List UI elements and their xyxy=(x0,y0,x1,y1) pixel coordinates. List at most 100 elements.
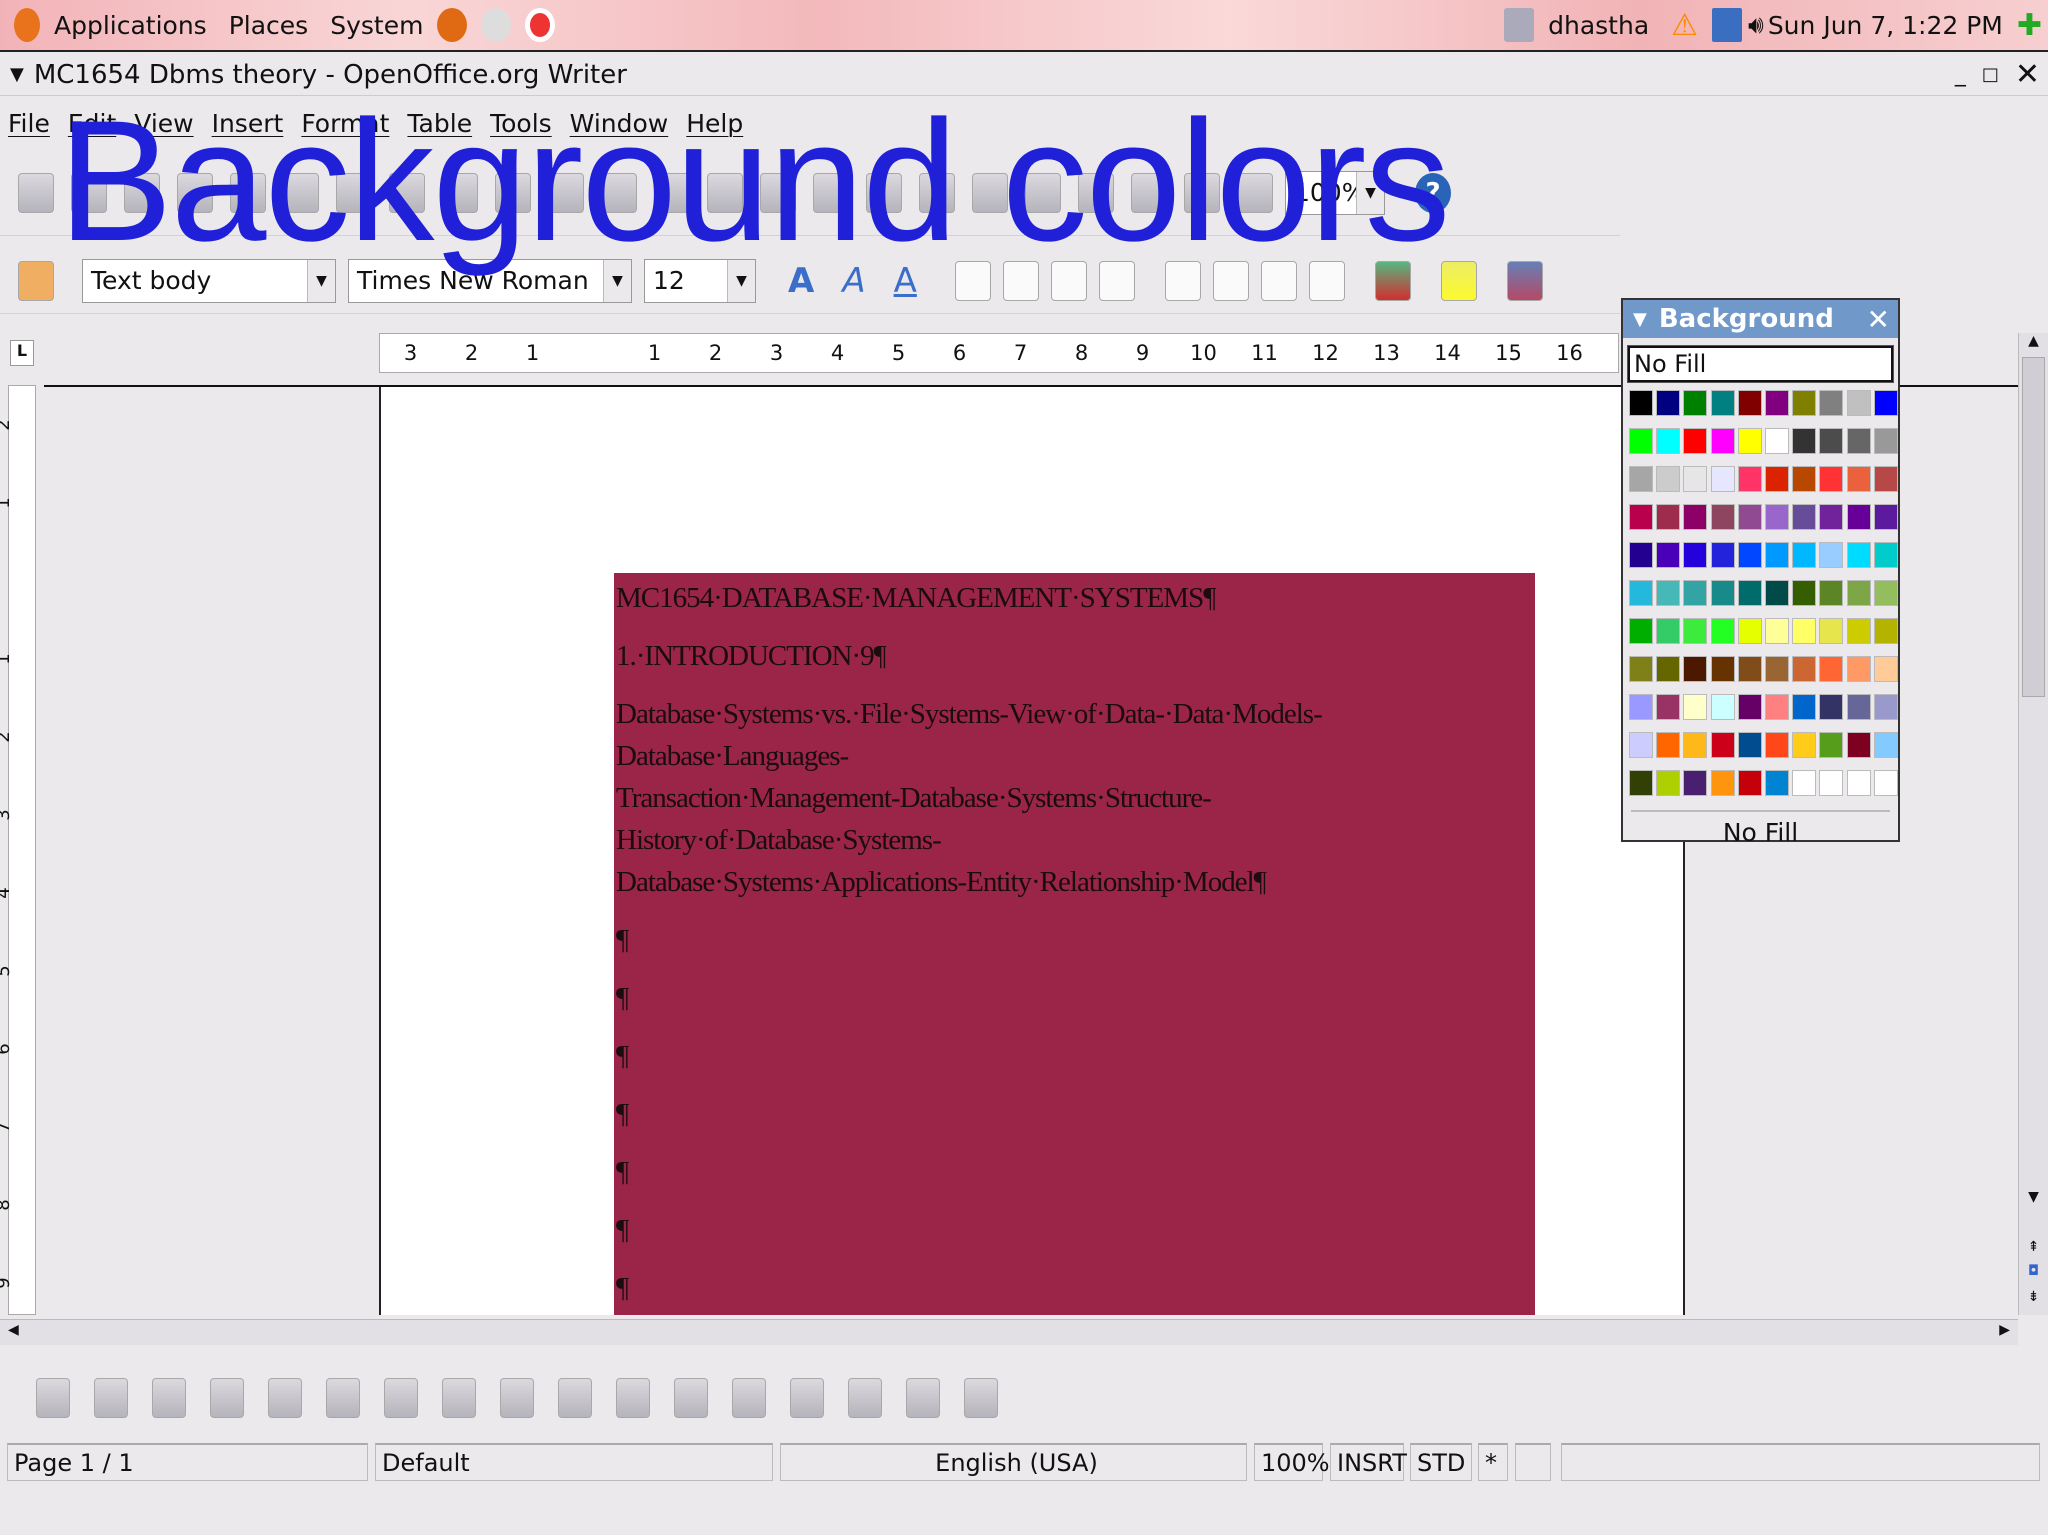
line-icon[interactable] xyxy=(94,1378,128,1418)
color-swatch[interactable] xyxy=(1683,390,1708,416)
scroll-left-icon[interactable]: ◀ xyxy=(8,1322,19,1338)
status-insert-mode[interactable]: INSRT xyxy=(1330,1443,1407,1481)
color-swatch[interactable] xyxy=(1710,580,1735,606)
empty-paragraph-mark[interactable]: ¶ xyxy=(616,969,1535,1027)
color-swatch[interactable] xyxy=(1846,466,1871,492)
color-swatch[interactable] xyxy=(1846,656,1871,682)
horizontal-ruler[interactable]: 3211234567891011121314151617 xyxy=(379,333,1619,373)
color-swatch[interactable] xyxy=(1683,694,1708,720)
empty-paragraph-mark[interactable]: ¶ xyxy=(616,1143,1535,1201)
callout-icon[interactable] xyxy=(384,1378,418,1418)
color-swatch[interactable] xyxy=(1792,542,1817,568)
color-swatch[interactable] xyxy=(1792,694,1817,720)
palette-header[interactable]: ▼ Background ✕ xyxy=(1623,300,1898,338)
color-swatch[interactable] xyxy=(1629,656,1653,682)
warning-icon[interactable]: ⚠ xyxy=(1671,8,1698,43)
color-swatch[interactable] xyxy=(1656,618,1681,644)
color-swatch[interactable] xyxy=(1656,542,1681,568)
color-swatch[interactable] xyxy=(1683,466,1708,492)
color-swatch[interactable] xyxy=(1764,694,1789,720)
color-swatch[interactable] xyxy=(1792,732,1817,758)
color-swatch[interactable] xyxy=(1873,504,1898,530)
color-swatch[interactable] xyxy=(1710,542,1735,568)
color-swatch[interactable] xyxy=(1873,732,1898,758)
help-icon[interactable] xyxy=(525,8,556,42)
color-swatch[interactable] xyxy=(1764,390,1789,416)
color-swatch[interactable] xyxy=(1873,694,1898,720)
color-swatch[interactable] xyxy=(1819,542,1844,568)
color-swatch[interactable] xyxy=(1819,770,1844,796)
user-switch-icon[interactable] xyxy=(1504,8,1535,42)
freeform-icon[interactable] xyxy=(268,1378,302,1418)
color-swatch[interactable] xyxy=(1629,732,1653,758)
clock[interactable]: Sun Jun 7, 1:22 PM xyxy=(1768,11,2003,40)
color-swatch[interactable] xyxy=(1873,580,1898,606)
color-swatch[interactable] xyxy=(1792,580,1817,606)
scroll-thumb[interactable] xyxy=(2022,357,2045,697)
scroll-down-icon[interactable]: ▼ xyxy=(2019,1189,2048,1205)
color-swatch[interactable] xyxy=(1873,656,1898,682)
symbol-shapes-icon[interactable] xyxy=(500,1378,534,1418)
color-swatch[interactable] xyxy=(1764,656,1789,682)
block-arrows-icon[interactable] xyxy=(558,1378,592,1418)
color-swatch[interactable] xyxy=(1792,656,1817,682)
color-swatch[interactable] xyxy=(1683,428,1708,454)
color-swatch[interactable] xyxy=(1656,504,1681,530)
palette-close-button[interactable]: ✕ xyxy=(1867,303,1890,336)
places-menu[interactable]: Places xyxy=(229,11,309,40)
color-swatch[interactable] xyxy=(1710,428,1735,454)
selected-color-field[interactable]: No Fill xyxy=(1627,345,1894,383)
color-swatch[interactable] xyxy=(1710,466,1735,492)
empty-paragraph-mark[interactable]: ¶ xyxy=(616,1259,1535,1315)
color-swatch[interactable] xyxy=(1656,732,1681,758)
color-swatch[interactable] xyxy=(1629,504,1653,530)
ellipse-icon[interactable] xyxy=(210,1378,244,1418)
doc-paragraph-line[interactable]: Transaction·Management-Database·Systems·… xyxy=(616,777,1535,861)
palette-menu-icon[interactable]: ▼ xyxy=(1633,309,1647,330)
background-color-icon[interactable] xyxy=(1506,260,1543,301)
color-swatch[interactable] xyxy=(1683,656,1708,682)
color-swatch[interactable] xyxy=(1792,390,1817,416)
color-swatch[interactable] xyxy=(1629,542,1653,568)
color-swatch[interactable] xyxy=(1683,770,1708,796)
no-fill-button[interactable]: No Fill xyxy=(1631,810,1890,847)
color-swatch[interactable] xyxy=(1683,504,1708,530)
color-swatch[interactable] xyxy=(1819,504,1844,530)
color-swatch[interactable] xyxy=(1819,694,1844,720)
color-swatch[interactable] xyxy=(1819,428,1844,454)
color-swatch[interactable] xyxy=(1629,466,1653,492)
fontwork-icon[interactable] xyxy=(848,1378,882,1418)
new-icon[interactable] xyxy=(18,172,54,213)
color-swatch[interactable] xyxy=(1873,618,1898,644)
minimize-button[interactable]: _ xyxy=(1955,62,1966,87)
doc-section-title[interactable]: 1.·INTRODUCTION·9¶ xyxy=(616,635,1535,677)
color-swatch[interactable] xyxy=(1710,618,1735,644)
basic-shapes-icon[interactable] xyxy=(442,1378,476,1418)
color-swatch[interactable] xyxy=(1819,732,1844,758)
color-swatch[interactable] xyxy=(1819,656,1844,682)
stars-icon[interactable] xyxy=(732,1378,766,1418)
empty-paragraph-mark[interactable]: ¶ xyxy=(616,1201,1535,1259)
color-swatch[interactable] xyxy=(1737,732,1762,758)
next-page-icon[interactable]: ⇟ xyxy=(2019,1289,2048,1305)
mail-icon[interactable] xyxy=(481,8,512,42)
color-swatch[interactable] xyxy=(1764,542,1789,568)
color-swatch[interactable] xyxy=(1710,390,1735,416)
color-swatch[interactable] xyxy=(1873,428,1898,454)
color-swatch[interactable] xyxy=(1710,656,1735,682)
status-zoom[interactable]: 100% xyxy=(1254,1443,1330,1481)
color-swatch[interactable] xyxy=(1737,770,1762,796)
color-swatch[interactable] xyxy=(1683,542,1708,568)
doc-paragraph-line[interactable]: Database·Systems·vs.·File·Systems-View·o… xyxy=(616,693,1535,777)
empty-paragraph-mark[interactable]: ¶ xyxy=(616,1085,1535,1143)
color-swatch[interactable] xyxy=(1764,504,1789,530)
color-swatch[interactable] xyxy=(1846,618,1871,644)
color-swatch[interactable] xyxy=(1846,428,1871,454)
color-swatch[interactable] xyxy=(1629,770,1653,796)
color-swatch[interactable] xyxy=(1710,504,1735,530)
vertical-ruler[interactable]: 21123456789 xyxy=(0,385,36,1315)
color-swatch[interactable] xyxy=(1656,580,1681,606)
scroll-right-icon[interactable]: ▶ xyxy=(1999,1322,2010,1338)
color-swatch[interactable] xyxy=(1792,504,1817,530)
color-swatch[interactable] xyxy=(1764,428,1789,454)
